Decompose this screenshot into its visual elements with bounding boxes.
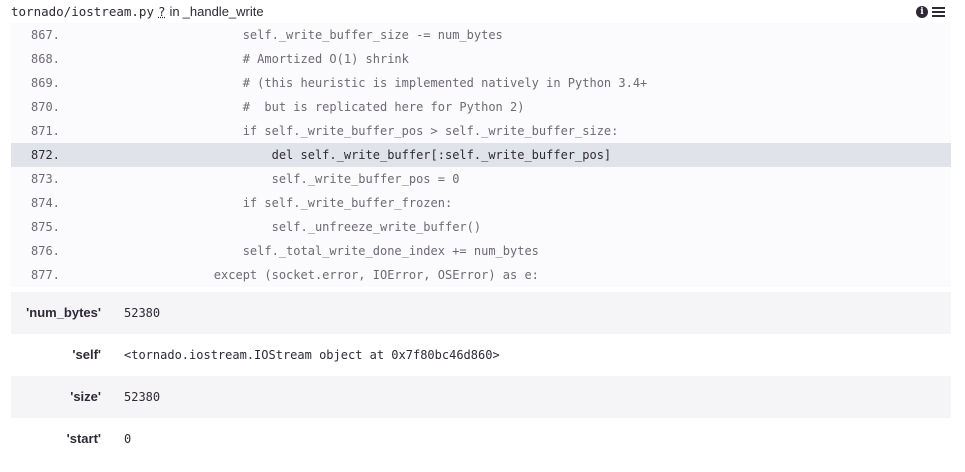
line-code: self._write_buffer_size -= num_bytes <box>156 28 503 42</box>
code-line: 873. self._write_buffer_pos = 0 <box>11 167 951 191</box>
line-code: self._unfreeze_write_buffer() <box>156 220 482 234</box>
line-number: 870. <box>31 100 60 114</box>
line-number: 867. <box>31 28 60 42</box>
code-line: 867. self._write_buffer_size -= num_byte… <box>11 23 951 47</box>
line-number: 873. <box>31 172 60 186</box>
frame-header: tornado/iostream.py? in _handle_write i <box>11 0 951 24</box>
line-code: if self._write_buffer_frozen: <box>156 196 453 210</box>
line-code: # (this heuristic is implemented nativel… <box>156 76 648 90</box>
variable-name: 'start' <box>66 431 101 446</box>
code-line: 870. # but is replicated here for Python… <box>11 95 951 119</box>
variable-value: <tornado.iostream.IOStream object at 0x7… <box>124 348 500 362</box>
variable-row: 'size' 52380 <box>11 376 951 418</box>
line-number: 877. <box>31 268 60 282</box>
line-code: if self._write_buffer_pos > self._write_… <box>156 124 619 138</box>
info-icon[interactable]: i <box>916 6 928 18</box>
code-context: 867. self._write_buffer_size -= num_byte… <box>11 23 951 287</box>
line-code: except (socket.error, IOError, OSError) … <box>156 268 539 282</box>
line-number: 875. <box>31 220 60 234</box>
code-line: 876. self._total_write_done_index += num… <box>11 239 951 263</box>
code-line: 875. self._unfreeze_write_buffer() <box>11 215 951 239</box>
variable-name: 'self' <box>72 347 101 362</box>
variable-row: 'self' <tornado.iostream.IOStream object … <box>11 334 951 376</box>
variables-table: 'num_bytes' 52380 'self' <tornado.iostream.… <box>11 292 951 460</box>
line-code: self._write_buffer_pos = 0 <box>156 172 460 186</box>
line-code: # Amortized O(1) shrink <box>156 52 409 66</box>
line-code: self._total_write_done_index += num_byte… <box>156 244 539 258</box>
code-line-active: 872. del self._write_buffer[:self._write… <box>11 143 951 167</box>
line-number: 876. <box>31 244 60 258</box>
variable-value: 52380 <box>124 306 161 320</box>
line-number: 872. <box>31 148 60 162</box>
code-line: 868. # Amortized O(1) shrink <box>11 47 951 71</box>
variable-name: 'num_bytes' <box>26 305 101 320</box>
line-code: # but is replicated here for Python 2) <box>156 100 525 114</box>
frame-filename[interactable]: tornado/iostream.py <box>11 4 154 19</box>
line-number: 869. <box>31 76 60 90</box>
line-number: 874. <box>31 196 60 210</box>
line-number: 868. <box>31 52 60 66</box>
code-line: 871. if self._write_buffer_pos > self._w… <box>11 119 951 143</box>
frame-function: _handle_write <box>182 4 264 19</box>
line-number: 871. <box>31 124 60 138</box>
line-code: del self._write_buffer[:self._write_buff… <box>156 148 612 162</box>
variable-row: 'num_bytes' 52380 <box>11 292 951 334</box>
code-line: 869. # (this heuristic is implemented na… <box>11 71 951 95</box>
frame-actions: i <box>916 6 945 20</box>
code-line: 874. if self._write_buffer_frozen: <box>11 191 951 215</box>
list-icon[interactable] <box>932 6 945 18</box>
variable-name: 'size' <box>70 389 101 404</box>
in-label: in <box>169 4 180 19</box>
code-line: 877. except (socket.error, IOError, OSEr… <box>11 263 951 287</box>
help-hint[interactable]: ? <box>158 4 166 19</box>
variable-value: 52380 <box>124 390 161 404</box>
variable-row: 'start' 0 <box>11 418 951 460</box>
variable-value: 0 <box>124 432 132 446</box>
